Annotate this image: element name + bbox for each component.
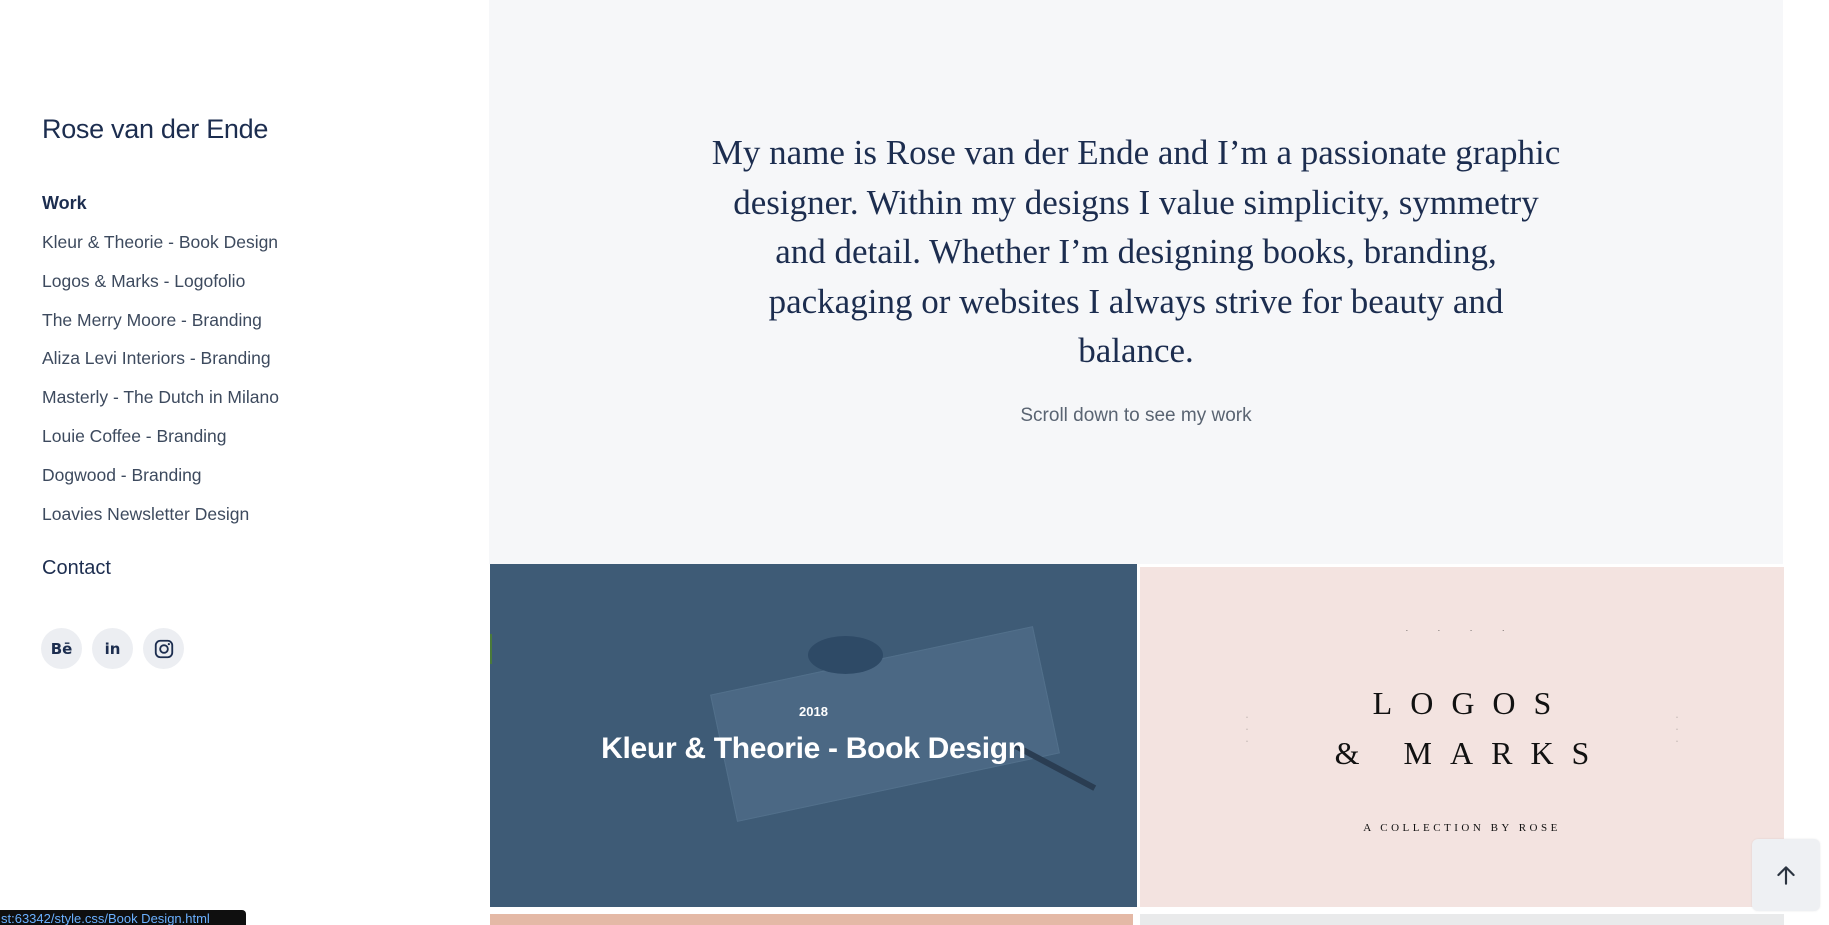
tile-decor-book xyxy=(710,626,1060,822)
behance-glyph: Bē xyxy=(50,639,73,658)
linkedin-glyph: in xyxy=(104,639,121,658)
back-to-top-button[interactable] xyxy=(1752,839,1820,911)
tile-decor-oval xyxy=(808,636,883,674)
logos-heading-line1: LOGOS xyxy=(1372,685,1570,721)
tile-decor-stem xyxy=(490,634,492,664)
instagram-icon[interactable] xyxy=(143,628,184,669)
logos-subtitle: A COLLECTION BY ROSE xyxy=(1363,822,1561,834)
project-tile-next-right[interactable] xyxy=(1140,914,1784,925)
nav-item-louie-coffee[interactable]: Louie Coffee - Branding xyxy=(42,425,279,464)
nav-item-aliza-levi[interactable]: Aliza Levi Interiors - Branding xyxy=(42,347,279,386)
tile-title: Kleur & Theorie - Book Design xyxy=(601,732,1026,765)
logos-top-ornament: · · · · xyxy=(1405,627,1519,635)
scroll-hint: Scroll down to see my work xyxy=(1020,405,1252,426)
project-tile-logos-marks[interactable]: · · · · · · · · · · LOGOS & MARKS A COLLECTI… xyxy=(1140,567,1784,907)
logos-heading-line2: & MARKS xyxy=(1334,735,1608,771)
nav-heading-contact[interactable]: Contact xyxy=(42,557,111,580)
instagram-glyph xyxy=(154,639,173,658)
intro-section: My name is Rose van der Ende and I’m a p… xyxy=(489,0,1783,564)
nav-item-kleur-theorie[interactable]: Kleur & Theorie - Book Design xyxy=(42,231,279,270)
nav-item-merry-moore[interactable]: The Merry Moore - Branding xyxy=(42,309,279,348)
nav-item-loavies[interactable]: Loavies Newsletter Design xyxy=(42,503,279,542)
social-links: Bē in xyxy=(41,628,184,669)
status-bar-url: st:63342/style.css/Book Design.html xyxy=(1,911,210,925)
intro-text: My name is Rose van der Ende and I’m a p… xyxy=(711,133,1561,370)
nav-item-logos-marks[interactable]: Logos & Marks - Logofolio xyxy=(42,270,279,309)
behance-icon[interactable]: Bē xyxy=(41,628,82,669)
work-nav-list: Kleur & Theorie - Book Design Logos & Ma… xyxy=(42,231,279,541)
linkedin-icon[interactable]: in xyxy=(92,628,133,669)
site-title[interactable]: Rose van der Ende xyxy=(42,114,268,145)
nav-heading-work[interactable]: Work xyxy=(42,193,87,214)
tile-year: 2018 xyxy=(799,704,828,719)
status-bar-link-preview: st:63342/style.css/Book Design.html xyxy=(0,910,246,925)
project-tile-next-left[interactable] xyxy=(490,914,1133,925)
project-tile-kleur-theorie[interactable]: 2018 Kleur & Theorie - Book Design xyxy=(490,564,1137,907)
arrow-up-icon xyxy=(1777,866,1795,885)
nav-item-dogwood[interactable]: Dogwood - Branding xyxy=(42,464,279,503)
sidebar: Rose van der Ende Work Kleur & Theorie -… xyxy=(0,0,489,925)
nav-item-masterly[interactable]: Masterly - The Dutch in Milano xyxy=(42,386,279,425)
